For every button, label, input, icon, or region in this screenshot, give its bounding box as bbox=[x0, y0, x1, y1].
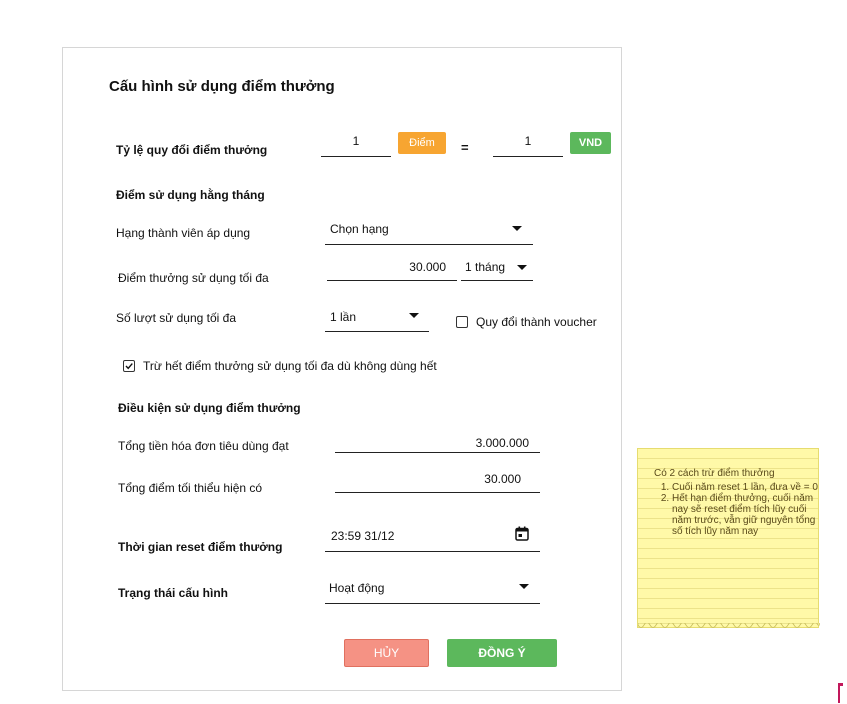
cancel-button[interactable]: HỦY bbox=[344, 639, 429, 667]
max-points-input[interactable]: 30.000 bbox=[328, 260, 446, 274]
min-points-underline bbox=[335, 492, 540, 493]
config-dialog: Cấu hình sử dụng điểm thưởng Tỷ lệ quy đ… bbox=[62, 47, 622, 691]
tier-select-underline bbox=[325, 244, 533, 245]
note-item: Cuối năm reset 1 lần, đưa về = 0 bbox=[672, 482, 822, 493]
max-uses-label: Số lượt sử dụng tối đa bbox=[116, 311, 236, 325]
exchange-rate-label: Tỷ lệ quy đổi điểm thưởng bbox=[116, 143, 268, 157]
chevron-down-icon bbox=[409, 313, 419, 318]
min-points-label: Tổng điểm tối thiểu hiện có bbox=[118, 481, 263, 495]
sticky-note: Có 2 cách trừ điểm thưởng Cuối năm reset… bbox=[637, 448, 822, 628]
invoice-label: Tổng tiền hóa đơn tiêu dùng đạt bbox=[118, 439, 289, 453]
monthly-heading: Điểm sử dụng hằng tháng bbox=[116, 188, 265, 202]
conditions-heading: Điều kiện sử dụng điểm thưởng bbox=[118, 401, 301, 415]
confirm-button[interactable]: ĐỒNG Ý bbox=[447, 639, 557, 667]
deduct-checkbox[interactable] bbox=[123, 360, 135, 372]
points-rate-underline bbox=[321, 156, 391, 157]
chevron-down-icon bbox=[519, 584, 529, 589]
status-select-underline bbox=[325, 603, 540, 604]
voucher-checkbox[interactable] bbox=[456, 316, 468, 328]
max-points-label: Điểm thưởng sử dụng tối đa bbox=[118, 271, 269, 285]
wavy-edge-decoration bbox=[638, 623, 820, 628]
invoice-underline bbox=[335, 452, 540, 453]
max-uses-select-underline bbox=[325, 331, 429, 332]
max-uses-select-value: 1 lần bbox=[330, 310, 357, 324]
tier-label: Hạng thành viên áp dụng bbox=[116, 226, 251, 240]
checkmark-icon bbox=[125, 363, 133, 370]
reset-datetime-value: 23:59 31/12 bbox=[331, 529, 395, 543]
calendar-icon[interactable] bbox=[515, 526, 529, 541]
chevron-down-icon bbox=[512, 226, 522, 231]
chevron-down-icon bbox=[517, 265, 527, 270]
period-select-underline bbox=[461, 280, 533, 281]
invoice-input[interactable]: 3.000.000 bbox=[335, 436, 529, 450]
max-points-underline bbox=[327, 280, 457, 281]
note-item: Hết hạn điểm thưởng, cuối năm nay sẽ res… bbox=[672, 493, 822, 537]
voucher-label: Quy đổi thành voucher bbox=[476, 315, 597, 329]
min-points-input[interactable]: 30.000 bbox=[335, 472, 521, 486]
tier-select-value: Chọn hạng bbox=[330, 222, 389, 236]
vnd-rate-input[interactable]: 1 bbox=[493, 134, 563, 148]
deduct-label: Trừ hết điểm thưởng sử dụng tối đa dù kh… bbox=[143, 359, 437, 373]
period-select-value: 1 tháng bbox=[465, 260, 506, 274]
status-label: Trạng thái cấu hình bbox=[118, 586, 229, 600]
dialog-title: Cấu hình sử dụng điểm thưởng bbox=[109, 78, 335, 95]
vnd-badge: VND bbox=[570, 132, 611, 154]
status-select-value: Hoạt động bbox=[329, 581, 385, 595]
reset-label: Thời gian reset điểm thưởng bbox=[118, 540, 283, 554]
reset-datetime-underline bbox=[325, 551, 540, 552]
corner-marker bbox=[838, 683, 843, 703]
points-rate-input[interactable]: 1 bbox=[321, 134, 391, 148]
vnd-rate-underline bbox=[493, 156, 563, 157]
note-title: Có 2 cách trừ điểm thưởng bbox=[654, 468, 775, 479]
points-badge: Điểm bbox=[398, 132, 446, 154]
note-list: Cuối năm reset 1 lần, đưa về = 0 Hết hạn… bbox=[658, 482, 822, 537]
equals-sign: = bbox=[461, 140, 469, 155]
